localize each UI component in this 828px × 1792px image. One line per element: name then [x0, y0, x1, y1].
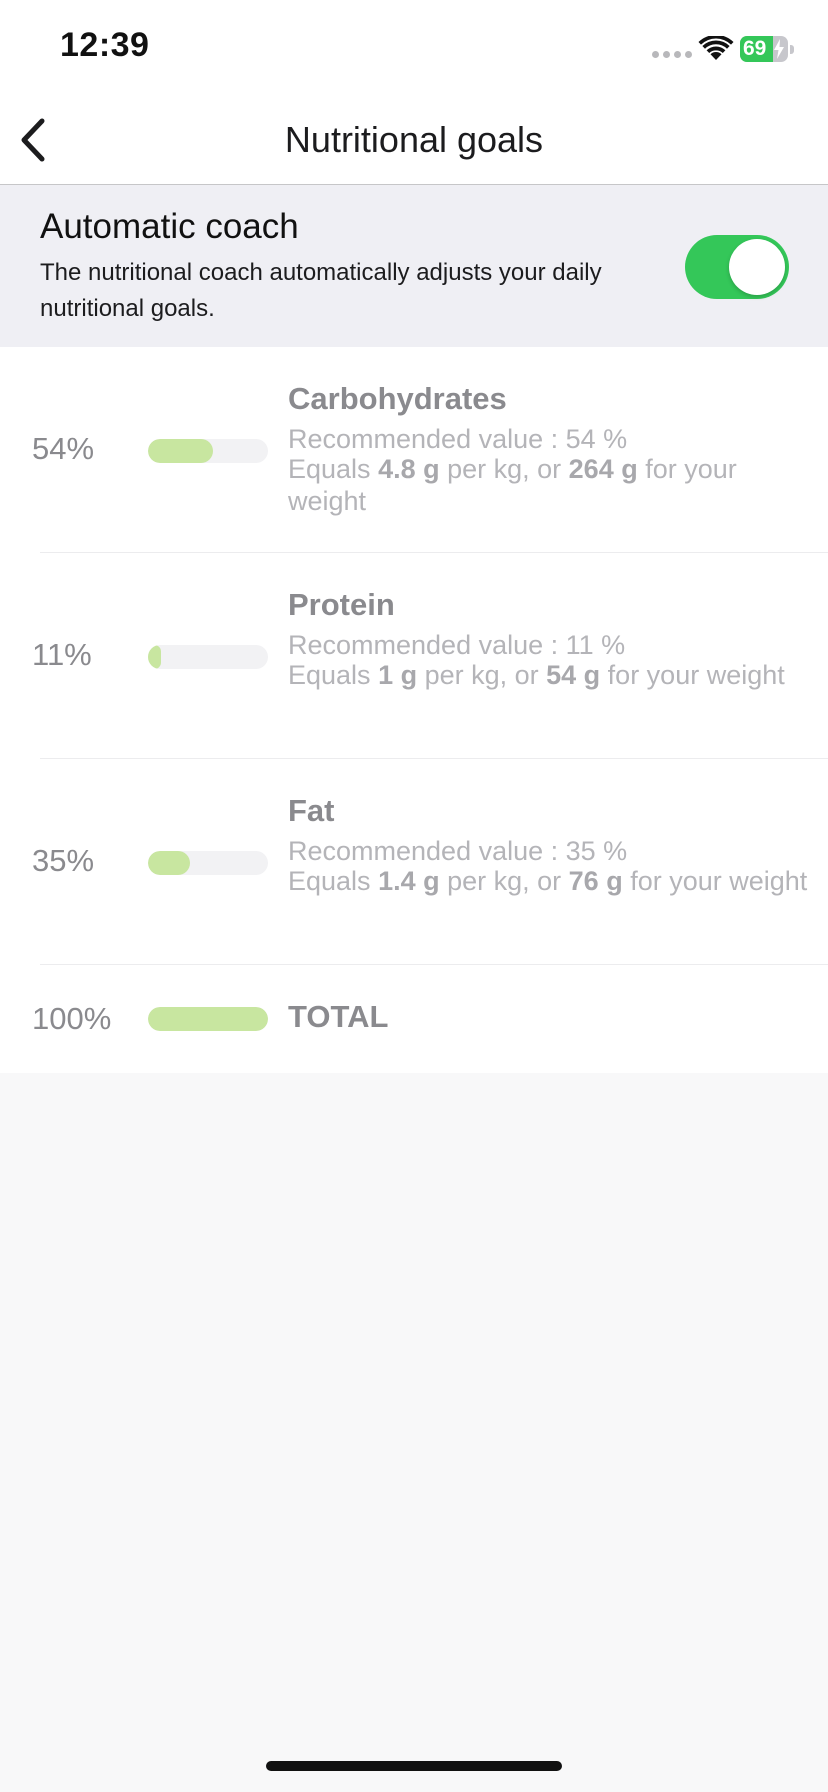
macro-name: Protein	[288, 587, 395, 622]
automatic-coach-toggle[interactable]	[685, 235, 789, 299]
battery-level: 69	[743, 37, 767, 60]
macro-row-protein[interactable]: 11% Protein Recommended value : 11 % Equ…	[0, 553, 828, 759]
macro-bar	[148, 439, 268, 463]
coach-description: The nutritional coach automatically adju…	[40, 259, 602, 322]
macro-name: Carbohydrates	[288, 381, 507, 416]
total-bar-fill	[148, 1007, 268, 1031]
wifi-icon	[698, 36, 734, 60]
status-time: 12:39	[60, 26, 150, 64]
home-indicator[interactable]	[266, 1761, 562, 1771]
macro-bar-fill	[148, 645, 162, 669]
macro-percent: 54%	[32, 431, 95, 466]
macro-recommended-value: Recommended value : 54 %	[288, 424, 628, 454]
macro-bar-fill	[148, 439, 213, 463]
macro-percent: 35%	[32, 843, 95, 878]
automatic-coach-section: Automatic coach The nutritional coach au…	[0, 185, 828, 347]
battery-charging-icon: 69	[740, 36, 796, 62]
macro-row-total: 100% TOTAL	[0, 965, 828, 1073]
macro-bar	[148, 851, 268, 875]
macro-total-grams: 76 g	[568, 866, 623, 896]
macro-per-kg: 4.8 g	[378, 454, 440, 484]
total-bar	[148, 1007, 268, 1031]
page-title: Nutritional goals	[284, 119, 544, 160]
macro-bar	[148, 645, 268, 669]
charging-bolt-icon	[774, 39, 784, 59]
macro-recommended-value: Recommended value : 11 %	[288, 630, 626, 660]
macro-per-kg: 1.4 g	[378, 866, 440, 896]
toggle-knob	[729, 239, 785, 295]
macro-per-kg: 1 g	[378, 660, 418, 690]
macro-bar-fill	[148, 851, 190, 875]
coach-title: Automatic coach	[40, 207, 299, 246]
total-label: TOTAL	[288, 999, 389, 1034]
macro-row-carbohydrates[interactable]: 54% Carbohydrates Recommended value : 54…	[0, 347, 828, 553]
macro-equals-text: Equals 1 g per kg, or 54 g for your weig…	[288, 660, 785, 690]
macro-row-fat[interactable]: 35% Fat Recommended value : 35 % Equals …	[0, 759, 828, 965]
status-bar: 12:39 69	[0, 0, 828, 92]
navigation-bar: Nutritional goals	[0, 92, 828, 185]
macro-total-grams: 54 g	[546, 660, 601, 690]
total-percent: 100%	[32, 1001, 112, 1036]
cellular-signal-icon	[652, 51, 692, 58]
macro-percent: 11%	[32, 637, 92, 672]
macro-list: 54% Carbohydrates Recommended value : 54…	[0, 347, 828, 1073]
macro-equals-text: Equals 4.8 g per kg, or 264 g for your w…	[288, 454, 737, 516]
macro-name: Fat	[288, 793, 335, 828]
macro-equals-text: Equals 1.4 g per kg, or 76 g for your we…	[288, 866, 808, 896]
macro-total-grams: 264 g	[568, 454, 638, 484]
macro-recommended-value: Recommended value : 35 %	[288, 836, 628, 866]
